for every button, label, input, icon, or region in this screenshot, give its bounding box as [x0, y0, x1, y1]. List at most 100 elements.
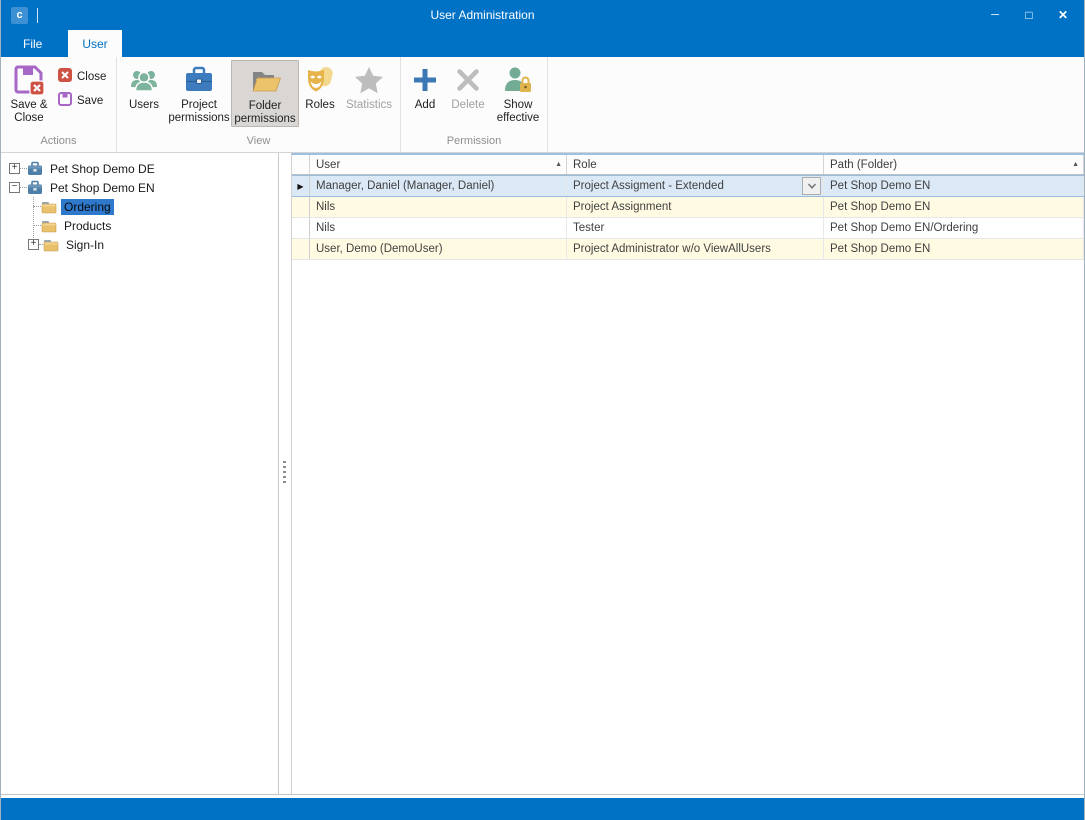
person-lock-icon [502, 63, 534, 97]
splitter[interactable] [279, 153, 291, 794]
users-button[interactable]: Users [121, 60, 167, 112]
path-cell: Pet Shop Demo EN [824, 239, 1084, 259]
close-button[interactable]: Close [57, 66, 106, 88]
tree-item-label: Pet Shop Demo EN [47, 180, 158, 196]
folder-icon [43, 237, 59, 253]
tree-item-pet-shop-demo-de[interactable]: + Pet Shop Demo DE [1, 159, 278, 178]
table-row[interactable]: Nils Tester Pet Shop Demo EN/Ordering [292, 218, 1084, 239]
expander-plus-icon[interactable]: + [9, 163, 20, 174]
permission-group-body: Add Delete [401, 57, 547, 135]
open-folder-icon [249, 64, 281, 98]
title-bar: c User Administration ─ □ ✕ [1, 0, 1084, 30]
tab-file[interactable]: File [9, 30, 56, 57]
tree-item-ordering[interactable]: Ordering [1, 197, 278, 216]
plus-icon [409, 63, 441, 97]
actions-small-buttons: Close Save [57, 66, 106, 114]
save-close-label: Save & Close [5, 99, 53, 125]
column-header-user[interactable]: User ▲ [310, 155, 567, 174]
minimize-button[interactable]: ─ [978, 0, 1012, 30]
ribbon: Save & Close Close [1, 57, 1084, 153]
table-row[interactable]: Nils Project Assignment Pet Shop Demo EN [292, 197, 1084, 218]
table-row[interactable]: ▶ Manager, Daniel (Manager, Daniel) Proj… [292, 175, 1084, 197]
user-cell: Nils [310, 197, 567, 217]
indicator-header-cell [292, 155, 310, 174]
row-indicator-cell: ▶ [292, 176, 310, 196]
row-indicator-cell [292, 197, 310, 217]
folder-tree: + Pet Shop Demo DE − [1, 153, 279, 794]
path-cell: Pet Shop Demo EN [824, 197, 1084, 217]
role-cell[interactable]: Project Assigment - Extended [567, 176, 824, 196]
close-window-button[interactable]: ✕ [1046, 0, 1080, 30]
table-row[interactable]: User, Demo (DemoUser) Project Administra… [292, 239, 1084, 260]
user-cell: Manager, Daniel (Manager, Daniel) [310, 176, 567, 196]
splitter-grip-icon [283, 461, 286, 485]
group-label-actions: Actions [1, 135, 116, 152]
permissions-grid: User ▲ Role Path (Folder) ▲ ▶ Manager, D… [291, 153, 1084, 794]
tab-user[interactable]: User [68, 30, 121, 57]
sort-asc-icon: ▲ [1072, 161, 1079, 168]
show-effective-button[interactable]: Show effective [491, 60, 545, 125]
chevron-down-icon [807, 182, 817, 190]
column-label: User [316, 159, 340, 171]
tree-item-products[interactable]: Products [1, 216, 278, 235]
delete-label: Delete [451, 99, 484, 112]
close-icon: ✕ [1058, 8, 1068, 22]
project-icon [27, 180, 43, 196]
project-icon [27, 161, 43, 177]
folder-icon [41, 218, 57, 234]
row-indicator-icon: ▶ [297, 182, 303, 191]
folder-icon [41, 199, 57, 215]
add-label: Add [415, 99, 435, 112]
folder-permissions-label: Folder permissions [232, 100, 298, 126]
save-close-icon [13, 63, 45, 97]
status-bar [1, 798, 1084, 820]
expander-minus-icon[interactable]: − [9, 182, 20, 193]
ribbon-group-permission: Add Delete [401, 57, 548, 152]
masks-icon [304, 63, 336, 97]
tree-connector [33, 225, 41, 226]
group-label-permission: Permission [401, 135, 547, 152]
tree-item-sign-in[interactable]: + Sign-In [1, 235, 278, 254]
row-indicator-cell [292, 218, 310, 238]
minimize-icon: ─ [991, 9, 999, 21]
roles-label: Roles [305, 99, 334, 112]
tree-item-label: Pet Shop Demo DE [47, 161, 158, 177]
ribbon-group-view: Users Project permissions [117, 57, 401, 152]
role-cell: Project Administrator w/o ViewAllUsers [567, 239, 824, 259]
save-label: Save [77, 95, 103, 108]
expander-plus-icon[interactable]: + [28, 239, 39, 250]
column-label: Path (Folder) [830, 159, 897, 171]
main-area: + Pet Shop Demo DE − [1, 153, 1084, 794]
column-header-role[interactable]: Role [567, 155, 824, 174]
delete-button: Delete [445, 60, 491, 112]
app-window: c User Administration ─ □ ✕ File User [0, 0, 1085, 820]
tree-connector [20, 168, 27, 169]
save-button[interactable]: Save [57, 90, 106, 112]
path-cell: Pet Shop Demo EN [824, 176, 1084, 196]
window-controls: ─ □ ✕ [978, 0, 1080, 30]
tree-connector-line [33, 197, 34, 244]
tree-item-pet-shop-demo-en[interactable]: − Pet Shop Demo EN [1, 178, 278, 197]
save-icon [57, 91, 73, 112]
tree-item-label: Products [61, 218, 114, 234]
project-permissions-button[interactable]: Project permissions [167, 60, 231, 125]
users-icon [128, 63, 160, 97]
save-close-button[interactable]: Save & Close [5, 60, 53, 125]
ribbon-group-actions: Save & Close Close [1, 57, 117, 152]
statistics-label: Statistics [346, 99, 392, 112]
maximize-button[interactable]: □ [1012, 0, 1046, 30]
actions-group-body: Save & Close Close [1, 57, 116, 135]
delete-x-icon [452, 63, 484, 97]
column-header-path[interactable]: Path (Folder) ▲ [824, 155, 1084, 174]
user-cell: Nils [310, 218, 567, 238]
view-group-body: Users Project permissions [117, 57, 400, 135]
tree-item-label: Ordering [61, 199, 114, 215]
role-dropdown-button[interactable] [802, 177, 821, 195]
roles-button[interactable]: Roles [299, 60, 341, 112]
role-cell: Tester [567, 218, 824, 238]
grid-header-row: User ▲ Role Path (Folder) ▲ [292, 155, 1084, 175]
folder-permissions-button[interactable]: Folder permissions [231, 60, 299, 127]
add-button[interactable]: Add [405, 60, 445, 112]
project-permissions-label: Project permissions [167, 99, 231, 125]
tree-item-label: Sign-In [63, 237, 107, 253]
